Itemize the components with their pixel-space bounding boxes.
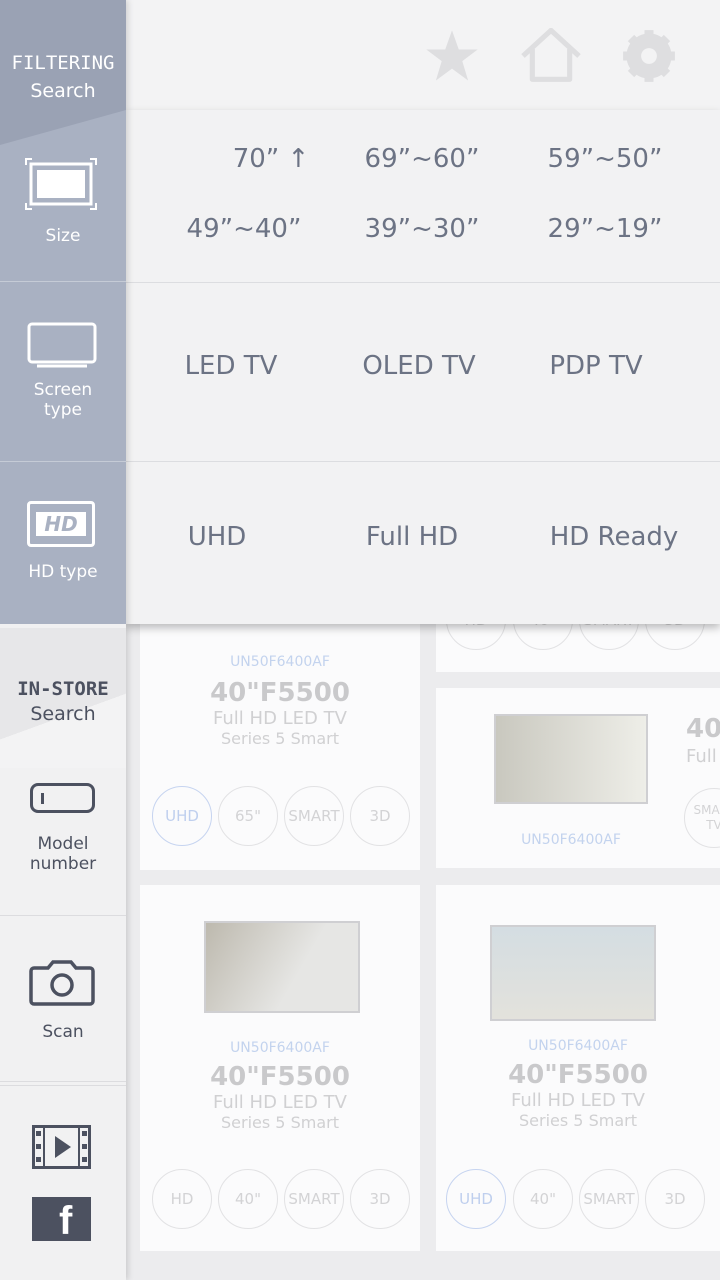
badge: SMART	[284, 786, 344, 846]
sidebar-item-label: number	[29, 854, 97, 874]
product-series: Series 5 Smart	[221, 729, 339, 748]
camera-icon	[29, 960, 95, 1006]
badge: UHD	[446, 1169, 506, 1229]
sidebar-item-label: Size	[45, 226, 81, 246]
badge: 3D	[645, 1169, 705, 1229]
hd-type-option[interactable]: Full HD	[317, 522, 507, 552]
sidebar-item-model-number[interactable]: Model number	[0, 768, 126, 916]
badge: 40"	[513, 1169, 573, 1229]
product-card[interactable]: UN50F6400AF 40"F5500 Full HD LED TV Seri…	[140, 650, 420, 870]
screen-type-option[interactable]: PDP TV	[501, 351, 691, 381]
hd-type-option[interactable]: HD Ready	[519, 522, 709, 552]
divider	[126, 461, 720, 462]
sidebar-item-size[interactable]: Size	[0, 140, 126, 282]
product-name: 40"F5500	[210, 1062, 350, 1092]
screen-icon	[27, 322, 97, 368]
sidebar-item-screen-type[interactable]: Screen type	[0, 282, 126, 462]
product-series: Series 5 Smart	[221, 1113, 339, 1132]
product-card[interactable]: UN50F6400AF 40"F5500 Full HD LED TV Seri…	[436, 885, 720, 1251]
sidebar-item-hd-type[interactable]: HD HD type	[0, 462, 126, 624]
filtering-subtitle: Search	[30, 80, 96, 102]
model-number: UN50F6400AF	[230, 1040, 330, 1056]
size-frame-icon	[25, 158, 97, 210]
sidebar-item-label: type	[44, 400, 82, 420]
sidebar-item-scan[interactable]: Scan	[0, 916, 126, 1082]
gear-icon[interactable]	[622, 28, 676, 84]
badge: HD	[152, 1169, 212, 1229]
size-option[interactable]: 29”~19”	[510, 214, 700, 244]
model-number-icon	[30, 783, 95, 813]
product-name: 40"F5500	[508, 1060, 648, 1090]
tv-image	[490, 925, 656, 1021]
badge: 3D	[350, 786, 410, 846]
badge: SMART	[284, 1169, 344, 1229]
model-number: UN50F6400AF	[521, 832, 621, 848]
badge: SMART	[579, 1169, 639, 1229]
screen-type-option[interactable]: OLED TV	[324, 351, 514, 381]
badge: 3D	[350, 1169, 410, 1229]
size-option[interactable]: 69”~60”	[327, 144, 517, 174]
badge: UHD	[152, 786, 212, 846]
star-icon[interactable]	[424, 28, 480, 84]
size-option[interactable]: 49”~40”	[149, 214, 339, 244]
badge: 65"	[218, 786, 278, 846]
filter-panel: 70” ↑ 69”~60” 59”~50” 49”~40” 39”~30” 29…	[126, 110, 720, 624]
tv-image	[204, 921, 360, 1013]
model-number: UN50F6400AF	[528, 1038, 628, 1054]
product-desc: Full	[686, 746, 717, 767]
sidebar-item-label: HD type	[28, 562, 98, 582]
sidebar: FILTERING Search Size Screen type HD HD …	[0, 0, 126, 1280]
model-number: UN50F6400AF	[230, 654, 330, 670]
product-card[interactable]: UN50F6400AF 40 Full SMART TV	[436, 688, 720, 868]
hd-icon-text: HD	[36, 512, 86, 536]
sidebar-item-label: Model	[37, 834, 89, 854]
home-icon[interactable]	[518, 28, 584, 84]
hd-type-option[interactable]: UHD	[122, 522, 312, 552]
divider	[126, 282, 720, 283]
product-name: 40"F5500	[210, 678, 350, 708]
facebook-icon[interactable]: f	[32, 1197, 91, 1241]
size-option[interactable]: 39”~30”	[327, 214, 517, 244]
badge: SMART TV	[684, 788, 720, 848]
product-series: Series 5 Smart	[519, 1111, 637, 1130]
divider	[0, 1085, 126, 1086]
sidebar-item-label: Screen	[33, 380, 93, 400]
instore-search-header[interactable]: IN-STORE Search	[0, 628, 126, 768]
header	[126, 0, 720, 110]
product-desc: Full HD LED TV	[213, 708, 347, 729]
tv-image	[494, 714, 648, 804]
product-card[interactable]: UN50F6400AF 40"F5500 Full HD LED TV Seri…	[140, 885, 420, 1251]
hd-icon: HD	[27, 501, 95, 547]
size-option[interactable]: 59”~50”	[510, 144, 700, 174]
filtering-title: FILTERING	[11, 52, 115, 74]
product-name: 40	[686, 714, 720, 744]
sidebar-item-label: Scan	[42, 1022, 84, 1042]
instore-title: IN-STORE	[17, 678, 109, 700]
filtering-search-header[interactable]: FILTERING Search	[0, 0, 126, 145]
screen-type-option[interactable]: LED TV	[136, 351, 326, 381]
video-icon[interactable]	[32, 1125, 91, 1169]
badge: 40"	[218, 1169, 278, 1229]
product-desc: Full HD LED TV	[213, 1092, 347, 1113]
product-desc: Full HD LED TV	[511, 1090, 645, 1111]
instore-subtitle: Search	[30, 703, 96, 725]
filtering-section: FILTERING Search Size Screen type HD HD …	[0, 0, 126, 624]
